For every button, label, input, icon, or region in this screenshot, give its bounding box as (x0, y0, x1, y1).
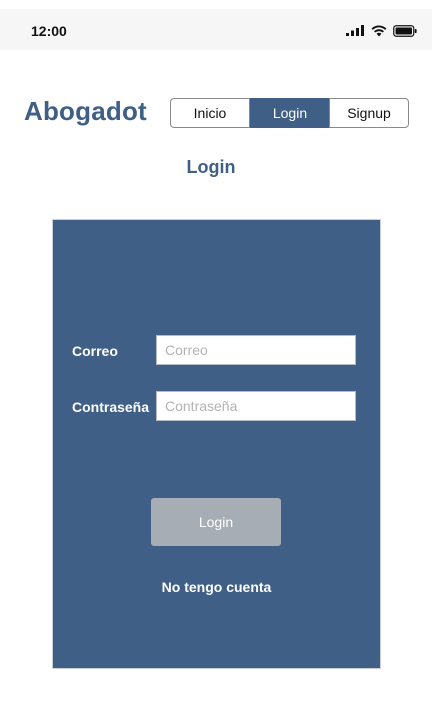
page-title: Login (186, 157, 236, 177)
tab-login[interactable]: Login (250, 98, 330, 128)
wifi-icon (371, 25, 387, 37)
login-button[interactable]: Login (151, 498, 281, 546)
email-label: Correo (72, 343, 118, 359)
brand-logo: Abogadot (24, 96, 147, 126)
email-field[interactable] (156, 335, 356, 365)
password-label: Contraseña (72, 399, 150, 415)
status-bar: 12:00 (0, 9, 432, 50)
status-icons (346, 25, 418, 37)
no-account-link[interactable]: No tengo cuenta (53, 579, 380, 595)
tab-inicio[interactable]: Inicio (170, 98, 250, 128)
tab-signup[interactable]: Signup (329, 98, 409, 128)
cellular-signal-icon (346, 25, 364, 36)
login-panel: Correo Contraseña Login No tengo cuenta (52, 219, 381, 669)
battery-icon (393, 25, 417, 37)
password-field[interactable] (156, 391, 356, 421)
status-time: 12:00 (31, 23, 67, 39)
